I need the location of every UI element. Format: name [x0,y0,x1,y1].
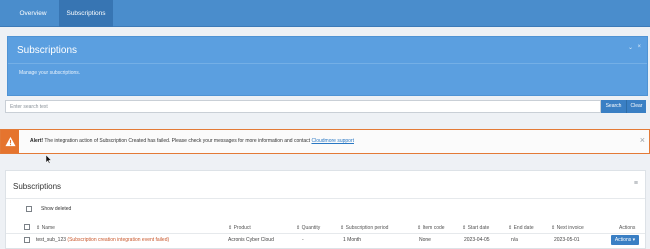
column-header-next-invoice[interactable]: ⇕ Next invoice [551,225,584,231]
menu-icon[interactable]: ≡ [634,180,638,187]
column-header-item-code[interactable]: ⇕ Item code [417,225,445,231]
alert-label: Alert! [30,138,44,144]
alert-body: The integration action of Subscription C… [44,138,311,144]
close-icon[interactable]: × [637,44,641,50]
row-checkbox[interactable] [24,237,30,243]
column-header-end-date[interactable]: ⇕ End date [508,225,534,231]
table-cell-item-code: None [419,237,431,243]
table-cell-period: 1 Month [343,237,362,243]
support-link[interactable]: Cloudmore support [311,138,354,144]
tab-subscriptions[interactable]: Subscriptions [59,0,113,27]
table-cell-end-date: n/a [511,237,518,243]
table-cell-product: Acronis Cyber Cloud [228,237,274,243]
column-header-start-date[interactable]: ⇕ Start date [462,225,489,231]
subscriptions-title: Subscriptions [13,182,62,191]
table-cell-next-invoice: 2023-05-01 [554,237,580,243]
clear-button[interactable]: Clear [626,100,646,113]
show-deleted-checkbox[interactable] [26,206,32,212]
warning-icon [5,136,16,147]
card-divider [6,198,645,199]
column-header-actions: Actions [619,225,636,231]
mouse-cursor-icon [46,155,52,164]
alert-icon-box [1,130,19,153]
alert-message: Alert! The integration action of Subscri… [30,138,354,144]
page-title: Subscriptions [17,45,78,56]
alert-banner: Alert! The integration action of Subscri… [0,129,650,154]
status-error-text: (Subscription creation integration event… [67,237,170,243]
top-navigation: Overview Subscriptions [0,0,650,27]
table-cell-name[interactable]: test_sub_123 (Subscription creation inte… [36,237,169,243]
panel-divider [8,63,647,64]
tab-overview[interactable]: Overview [7,0,59,27]
column-header-quantity[interactable]: ⇕ Quantity [296,225,320,231]
page-header-panel: Subscriptions ⌄ × Manage your subscripti… [7,36,648,96]
collapse-icon[interactable]: ⌄ [628,44,633,51]
table-cell-start-date: 2023-04-05 [464,237,490,243]
search-input[interactable] [5,100,601,113]
close-icon[interactable]: × [640,136,645,145]
column-header-name[interactable]: ⇕ Name [36,225,55,231]
column-header-period[interactable]: ⇕ Subscription period [340,225,388,231]
select-all-checkbox[interactable] [24,224,30,230]
subscriptions-card: Subscriptions ≡ Show deleted ⇕ Name ⇕ Pr… [5,170,646,249]
actions-dropdown-button[interactable]: Actions ▾ [611,235,639,245]
show-deleted-label: Show deleted [41,206,72,212]
search-button[interactable]: Search [601,100,626,113]
page-subtitle: Manage your subscriptions. [19,70,81,76]
header-divider [6,233,645,234]
column-header-product[interactable]: ⇕ Product [228,225,251,231]
table-cell-quantity: - [302,237,304,243]
